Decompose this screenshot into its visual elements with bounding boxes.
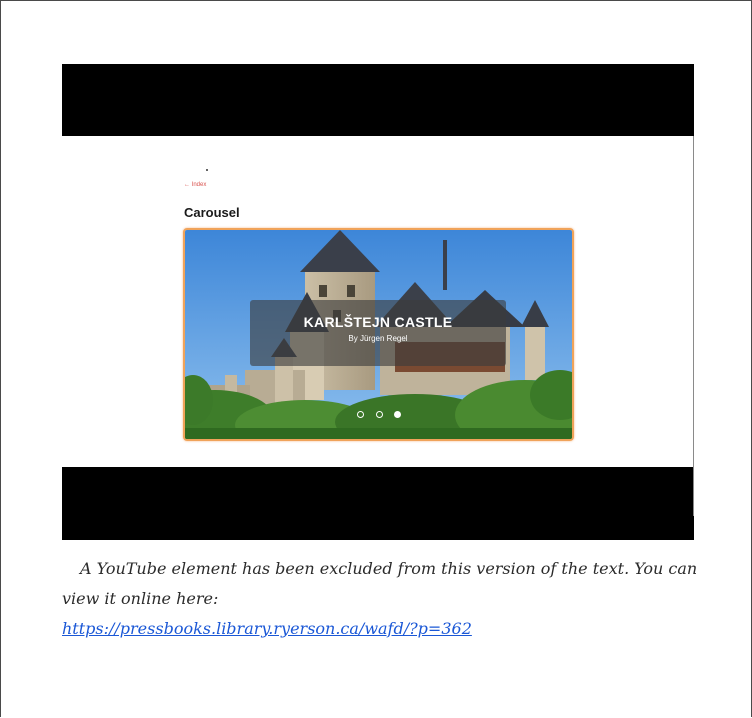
- page-title: Carousel: [184, 205, 240, 220]
- carousel[interactable]: KARLŠTEJN CASTLE By Jürgen Regel: [183, 228, 574, 441]
- caption-title: KARLŠTEJN CASTLE: [303, 314, 453, 330]
- carousel-indicator-3[interactable]: [394, 410, 401, 418]
- cursor-dot: [206, 169, 208, 171]
- video-screenshot: ← Index Carousel KARLŠTEJN CASTLE By Jür…: [62, 64, 694, 540]
- notice-text: A YouTube element has been excluded from…: [62, 559, 698, 608]
- screen-divider: [693, 136, 694, 516]
- caption-subtitle: By Jürgen Regel: [348, 334, 408, 343]
- excluded-video-notice: A YouTube element has been excluded from…: [62, 554, 702, 644]
- video-link[interactable]: https://pressbooks.library.ryerson.ca/wa…: [62, 619, 472, 638]
- back-link[interactable]: ← Index: [184, 182, 206, 188]
- carousel-indicator-2[interactable]: [375, 410, 383, 418]
- letterbox-bottom: [62, 467, 694, 540]
- carousel-indicators: [357, 410, 401, 418]
- carousel-indicator-1[interactable]: [357, 410, 364, 418]
- letterbox-top: [62, 64, 694, 136]
- carousel-caption: KARLŠTEJN CASTLE By Jürgen Regel: [250, 300, 506, 366]
